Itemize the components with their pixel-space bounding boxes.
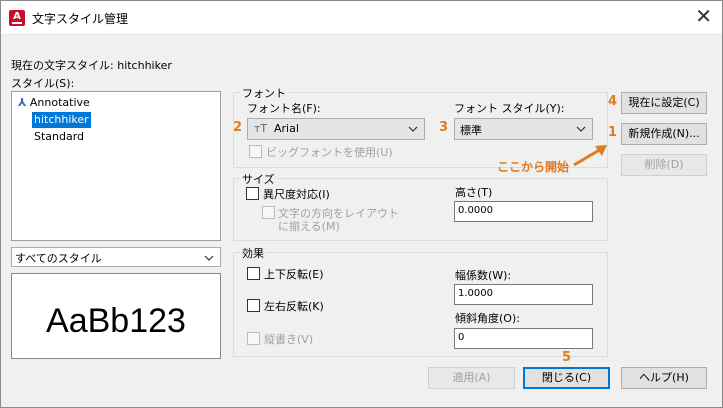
font-name-label: フォント名(F):: [247, 102, 321, 115]
current-style-text: 現在の文字スタイル: hitchhiker: [11, 57, 172, 73]
font-style-dropdown[interactable]: 標準: [454, 118, 593, 140]
font-style-label: フォント スタイル(Y):: [454, 102, 565, 115]
font-group-title: フォント: [240, 85, 288, 101]
chevron-down-icon: [408, 126, 418, 132]
callout-number-1: 1: [608, 125, 618, 140]
styles-list[interactable]: ⅄ Annotative hitchhiker Standard: [11, 91, 221, 241]
backwards-checkbox[interactable]: [247, 299, 260, 312]
vertical-label: 縦書き(V): [264, 333, 314, 346]
new-style-button[interactable]: 新規作成(N)...: [621, 123, 707, 145]
height-label: 高さ(T): [455, 186, 493, 199]
width-factor-input[interactable]: 1.0000: [454, 284, 593, 305]
chevron-down-icon: [204, 255, 214, 261]
current-style-label: 現在の文字スタイル:: [11, 59, 114, 72]
annotative-checkbox[interactable]: [246, 187, 259, 200]
upside-down-label: 上下反転(E): [264, 268, 324, 281]
chevron-down-icon: [576, 126, 586, 132]
preview-text: AaBb123: [46, 302, 186, 340]
bigfont-checkbox[interactable]: [249, 145, 262, 158]
title-bar: A 文字スタイル管理 ✕: [1, 1, 722, 35]
font-name-dropdown[interactable]: ᴛT Arial: [247, 118, 425, 140]
font-style-value: 標準: [460, 124, 482, 137]
match-orientation-label-2: に揃える(M): [278, 220, 340, 233]
styles-list-label: スタイル(S):: [11, 77, 75, 90]
font-name-value: Arial: [274, 122, 299, 135]
size-group-title: サイズ: [240, 171, 277, 187]
style-item-standard[interactable]: Standard: [32, 129, 86, 145]
style-item-hitchhiker[interactable]: hitchhiker: [31, 111, 92, 129]
oblique-angle-input[interactable]: 0: [454, 328, 593, 349]
style-preview: AaBb123: [11, 273, 221, 359]
bigfont-label: ビッグフォントを使用(U): [266, 146, 393, 159]
autocad-app-icon: A: [9, 10, 25, 26]
start-here-callout: ここから開始: [497, 160, 570, 174]
width-factor-label: 幅係数(W):: [455, 269, 512, 282]
style-filter-value: すべてのスタイル: [15, 252, 102, 265]
upside-down-checkbox[interactable]: [247, 267, 260, 280]
callout-number-2: 2: [233, 120, 243, 135]
vertical-checkbox[interactable]: [247, 332, 260, 345]
close-button[interactable]: 閉じる(C): [523, 367, 610, 389]
close-icon[interactable]: ✕: [695, 5, 712, 27]
delete-button[interactable]: 削除(D): [621, 154, 707, 176]
match-orientation-checkbox[interactable]: [262, 206, 275, 219]
text-style-dialog: A 文字スタイル管理 ✕ 現在の文字スタイル: hitchhiker スタイル(…: [0, 0, 723, 408]
style-filter-dropdown[interactable]: すべてのスタイル: [11, 247, 221, 267]
annotative-icon: ⅄: [18, 96, 27, 109]
help-button[interactable]: ヘルプ(H): [621, 367, 707, 389]
effects-group-title: 効果: [240, 245, 266, 261]
callout-arrow-icon: [573, 145, 607, 167]
annotative-label: 異尺度対応(I): [263, 188, 330, 201]
callout-number-3: 3: [439, 120, 449, 135]
callout-number-5: 5: [562, 350, 572, 365]
oblique-angle-label: 傾斜角度(O):: [455, 312, 520, 325]
set-current-button[interactable]: 現在に設定(C): [621, 92, 707, 114]
callout-number-4: 4: [608, 94, 618, 109]
current-style-value: hitchhiker: [117, 59, 172, 72]
backwards-label: 左右反転(K): [264, 300, 324, 313]
height-input[interactable]: 0.0000: [454, 201, 593, 222]
window-title: 文字スタイル管理: [32, 12, 129, 26]
apply-button[interactable]: 適用(A): [428, 367, 515, 389]
truetype-font-icon: ᴛT: [254, 122, 268, 135]
style-item-annotative[interactable]: ⅄ Annotative: [16, 95, 92, 111]
